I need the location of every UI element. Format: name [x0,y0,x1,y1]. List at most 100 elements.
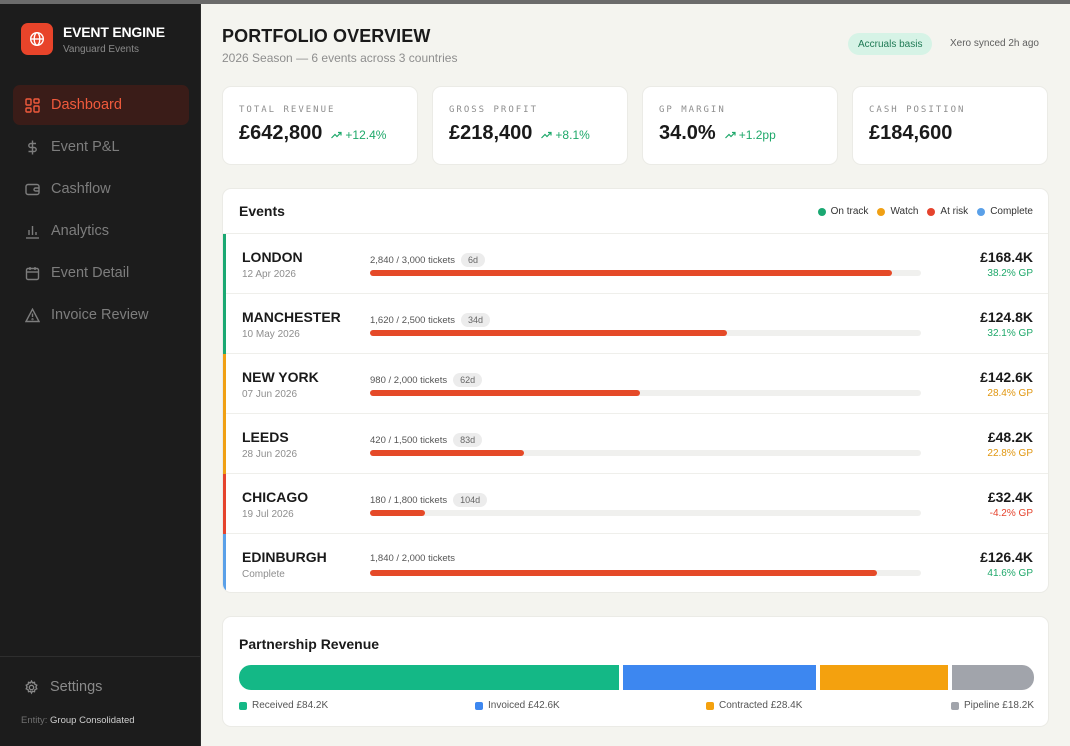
kpi-delta-value: +1.2pp [738,128,776,142]
partnership-segment[interactable] [819,665,948,690]
ticket-count-label: 1,620 / 2,500 tickets [370,314,456,326]
legend-item-complete: Complete [977,206,1033,217]
event-row-edinburgh[interactable]: EDINBURGH Complete 1,840 / 2,000 tickets £1… [223,534,1048,592]
legend-swatch [239,701,247,710]
sidebar-item-cashflow[interactable]: Cashflow [13,169,189,209]
ticket-count-label: 180 / 1,800 tickets [370,494,448,506]
ticket-progress-fill [370,330,728,336]
event-date: 12 Apr 2026 [242,269,296,280]
event-row-london[interactable]: LONDON 12 Apr 2026 2,840 / 3,000 tickets 6d… [223,234,1048,294]
legend-swatch [950,701,959,710]
sidebar-nav: Dashboard Event P&L Cashflow Analytics E… [13,85,189,337]
event-row-manchester[interactable]: MANCHESTER 10 May 2026 1,620 / 2,500 ticke… [223,294,1048,354]
event-row-leeds[interactable]: LEEDS 28 Jun 2026 420 / 1,500 tickets 83d £4… [223,414,1048,474]
legend-dot [817,207,826,216]
kpi-value: £218,400 [449,122,533,144]
events-title: Events [239,203,285,219]
event-name: CHICAGO [242,489,309,505]
kpi-label: GP MARGIN [659,105,726,115]
partnership-revenue-card: Partnership Revenue Received £84.2K Invoi… [222,616,1049,727]
days-to-event-badge: 6d [461,253,486,267]
globe-icon [21,23,53,55]
partnership-legend-item: Invoiced £42.6K [475,700,560,711]
sync-status: Xero synced 2h ago [950,38,1039,49]
legend-dot [927,207,936,216]
event-name: EDINBURGH [242,549,327,565]
brand[interactable]: EVENT ENGINE Vanguard Events [21,23,165,55]
partnership-segment[interactable] [239,665,620,690]
settings-label: Settings [50,679,103,695]
page-subtitle: 2026 Season — 6 events across 3 countrie… [222,51,458,65]
brand-subtitle: Vanguard Events [63,43,139,55]
kpi-row: TOTAL REVENUE £642,800 +12.4% GROSS PROF… [222,86,1048,165]
ticket-progress-track [370,510,921,516]
ticket-progress-track [370,570,921,576]
ticket-progress-fill [370,270,892,276]
page-title: PORTFOLIO OVERVIEW [222,26,431,46]
sidebar: EVENT ENGINE Vanguard Events Dashboard E… [0,4,201,746]
legend-dot [977,207,986,216]
partnership-legend: Received £84.2K Invoiced £42.6K Contracted… [239,700,1034,714]
legend-label: Invoiced £42.6K [488,700,560,711]
entity-label: Entity: [21,715,48,726]
event-revenue: £142.6K [980,369,1033,385]
app-window: EVENT ENGINE Vanguard Events Dashboard E… [0,0,1070,746]
days-to-event-badge: 62d [453,373,483,387]
event-revenue: £124.8K [980,309,1033,325]
ticket-count: 1,620 / 2,500 tickets 34d [370,313,491,327]
legend-label: On track [830,206,869,217]
event-gp: 41.6% GP [987,568,1033,579]
event-name: LONDON [242,249,303,265]
sidebar-footer: Settings Entity: Group Consolidated [0,656,200,726]
sidebar-item-event-pl[interactable]: Event P&L [13,127,189,167]
event-gp: -4.2% GP [989,508,1033,519]
legend-item-at-risk: At risk [927,206,968,217]
partnership-segment[interactable] [951,665,1034,690]
calendar-icon [24,265,40,281]
sidebar-item-event-detail[interactable]: Event Detail [13,253,189,293]
kpi-delta: +1.2pp [724,128,776,142]
partnership-stacked-bar [239,665,1034,690]
ticket-count: 420 / 1,500 tickets 83d [370,433,483,447]
event-revenue: £48.2K [987,429,1033,445]
legend-item-on-track: On track [817,206,869,217]
sidebar-item-settings[interactable]: Settings [0,679,200,695]
days-to-event-badge: 83d [453,433,483,447]
trend-up-icon [331,131,343,139]
partnership-segment[interactable] [623,665,816,690]
sidebar-item-invoice-review[interactable]: Invoice Review [13,295,189,335]
status-indicator [223,534,226,592]
sidebar-item-analytics[interactable]: Analytics [13,211,189,251]
partnership-legend-item: Pipeline £18.2K [950,700,1034,711]
ticket-count-label: 2,840 / 3,000 tickets [370,254,456,266]
event-row-chicago[interactable]: CHICAGO 19 Jul 2026 180 / 1,800 tickets 104… [223,474,1048,534]
status-indicator [223,294,226,354]
ticket-count-label: 980 / 2,000 tickets [370,374,448,386]
status-indicator [223,234,226,294]
kpi-label: TOTAL REVENUE [239,105,336,115]
sidebar-item-label: Invoice Review [51,307,149,323]
sidebar-item-label: Cashflow [51,181,111,197]
days-to-event-badge: 34d [461,313,491,327]
ticket-count: 980 / 2,000 tickets 62d [370,373,483,387]
event-gp: 22.8% GP [987,448,1033,459]
legend-swatch [475,701,483,710]
event-gp: 28.4% GP [987,388,1033,399]
kpi-card-gross-profit: GROSS PROFIT £218,400 +8.1% [432,86,628,165]
ticket-progress-fill [370,510,426,516]
partnership-legend-item: Contracted £28.4K [706,700,802,711]
ticket-progress-fill [370,390,640,396]
bar-chart-icon [24,223,40,239]
event-row-new-york[interactable]: NEW YORK 07 Jun 2026 980 / 2,000 tickets 62… [223,354,1048,414]
legend-label: Complete [990,206,1033,217]
accounting-basis-badge[interactable]: Accruals basis [848,33,933,55]
legend-dot [877,207,886,216]
warning-icon [24,307,40,323]
event-date: 10 May 2026 [242,329,300,340]
sidebar-item-dashboard[interactable]: Dashboard [13,85,189,125]
days-to-event-badge: 104d [453,493,488,507]
event-date: 07 Jun 2026 [242,389,298,400]
entity-selector[interactable]: Entity: Group Consolidated [0,715,200,726]
ticket-progress-track [370,330,921,336]
ticket-progress-fill [370,570,877,576]
